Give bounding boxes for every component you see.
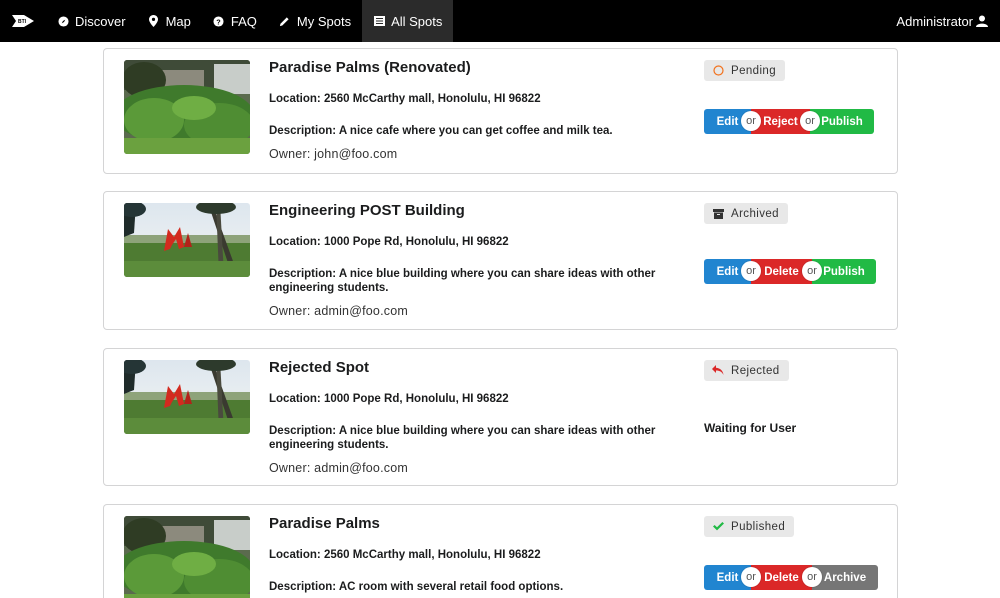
spot-card: Rejected Spot Location: 1000 Pope Rd, Ho… — [103, 348, 898, 486]
map-pin-icon — [148, 15, 160, 27]
question-circle-icon: ? — [213, 15, 225, 27]
spot-title: Engineering POST Building — [269, 202, 465, 219]
spot-owner: Owner: admin@foo.com — [269, 461, 408, 475]
nav-all-spots-label: All Spots — [391, 13, 443, 29]
status-label: Pending — [731, 64, 777, 77]
status-badge: Rejected — [704, 360, 789, 381]
status-label: Published — [731, 520, 786, 533]
spot-title: Paradise Palms — [269, 515, 380, 532]
spot-title: Paradise Palms (Renovated) — [269, 59, 471, 76]
nav-map[interactable]: Map — [137, 0, 202, 42]
spot-location: Location: 1000 Pope Rd, Honolulu, HI 968… — [269, 393, 509, 405]
spot-image-sculpture — [124, 360, 250, 434]
list-icon — [373, 15, 385, 27]
spot-location: Location: 1000 Pope Rd, Honolulu, HI 968… — [269, 236, 509, 248]
archive-box-icon — [712, 208, 724, 220]
bti-logo-icon[interactable]: BTI — [0, 0, 46, 42]
nav-map-label: Map — [165, 13, 191, 29]
action-buttons: Edit or Delete or Archive — [704, 565, 878, 590]
spot-image-sculpture — [124, 203, 250, 277]
spot-title: Rejected Spot — [269, 359, 370, 376]
nav-faq-label: FAQ — [230, 13, 257, 29]
spot-card: Paradise Palms Location: 2560 McCarthy m… — [103, 504, 898, 598]
spot-image-garden — [124, 516, 250, 598]
status-badge: Published — [704, 516, 795, 537]
spot-description: Description: A nice cafe where you can g… — [269, 125, 613, 137]
nav-discover[interactable]: Discover — [46, 0, 137, 42]
spot-card: Paradise Palms (Renovated) Location: 256… — [103, 48, 898, 174]
spot-card: Engineering POST Building Location: 1000… — [103, 191, 898, 330]
spot-location: Location: 2560 McCarthy mall, Honolulu, … — [269, 549, 541, 561]
svg-text:BTI: BTI — [18, 19, 27, 25]
nav-all-spots[interactable]: All Spots — [362, 0, 454, 42]
status-badge: Archived — [704, 203, 788, 224]
status-badge: Pending — [704, 60, 786, 81]
status-label: Archived — [731, 207, 779, 220]
pencil-icon — [279, 15, 291, 27]
spot-image-garden — [124, 60, 250, 154]
action-buttons: Edit or Delete or Publish — [704, 259, 876, 284]
nav-discover-label: Discover — [75, 13, 126, 29]
status-label: Rejected — [731, 364, 780, 377]
nav-my-spots[interactable]: My Spots — [268, 0, 362, 42]
spot-description: Description: AC room with several retail… — [269, 581, 564, 593]
action-buttons: Edit or Reject or Publish — [704, 109, 874, 134]
nav-faq[interactable]: ? FAQ — [202, 0, 268, 42]
circle-outline-icon — [712, 65, 724, 77]
spot-owner: Owner: john@foo.com — [269, 147, 398, 161]
compass-icon — [57, 15, 69, 27]
user-icon — [976, 15, 988, 27]
nav-my-spots-label: My Spots — [296, 13, 352, 29]
user-menu[interactable]: Administrator — [896, 0, 1000, 42]
spot-owner: Owner: admin@foo.com — [269, 304, 408, 318]
spot-location: Location: 2560 McCarthy mall, Honolulu, … — [269, 93, 541, 105]
top-navbar: BTI Discover Map ? FAQ My Spots All Spot… — [0, 0, 1000, 42]
checkmark-icon — [712, 521, 724, 533]
spot-description: Description: A nice blue building where … — [269, 425, 656, 451]
reply-arrow-icon — [712, 365, 724, 377]
user-name: Administrator — [896, 13, 973, 29]
spot-description: Description: A nice blue building where … — [269, 268, 656, 294]
svg-text:?: ? — [217, 17, 222, 26]
waiting-for-user-text: Waiting for User — [704, 421, 797, 435]
